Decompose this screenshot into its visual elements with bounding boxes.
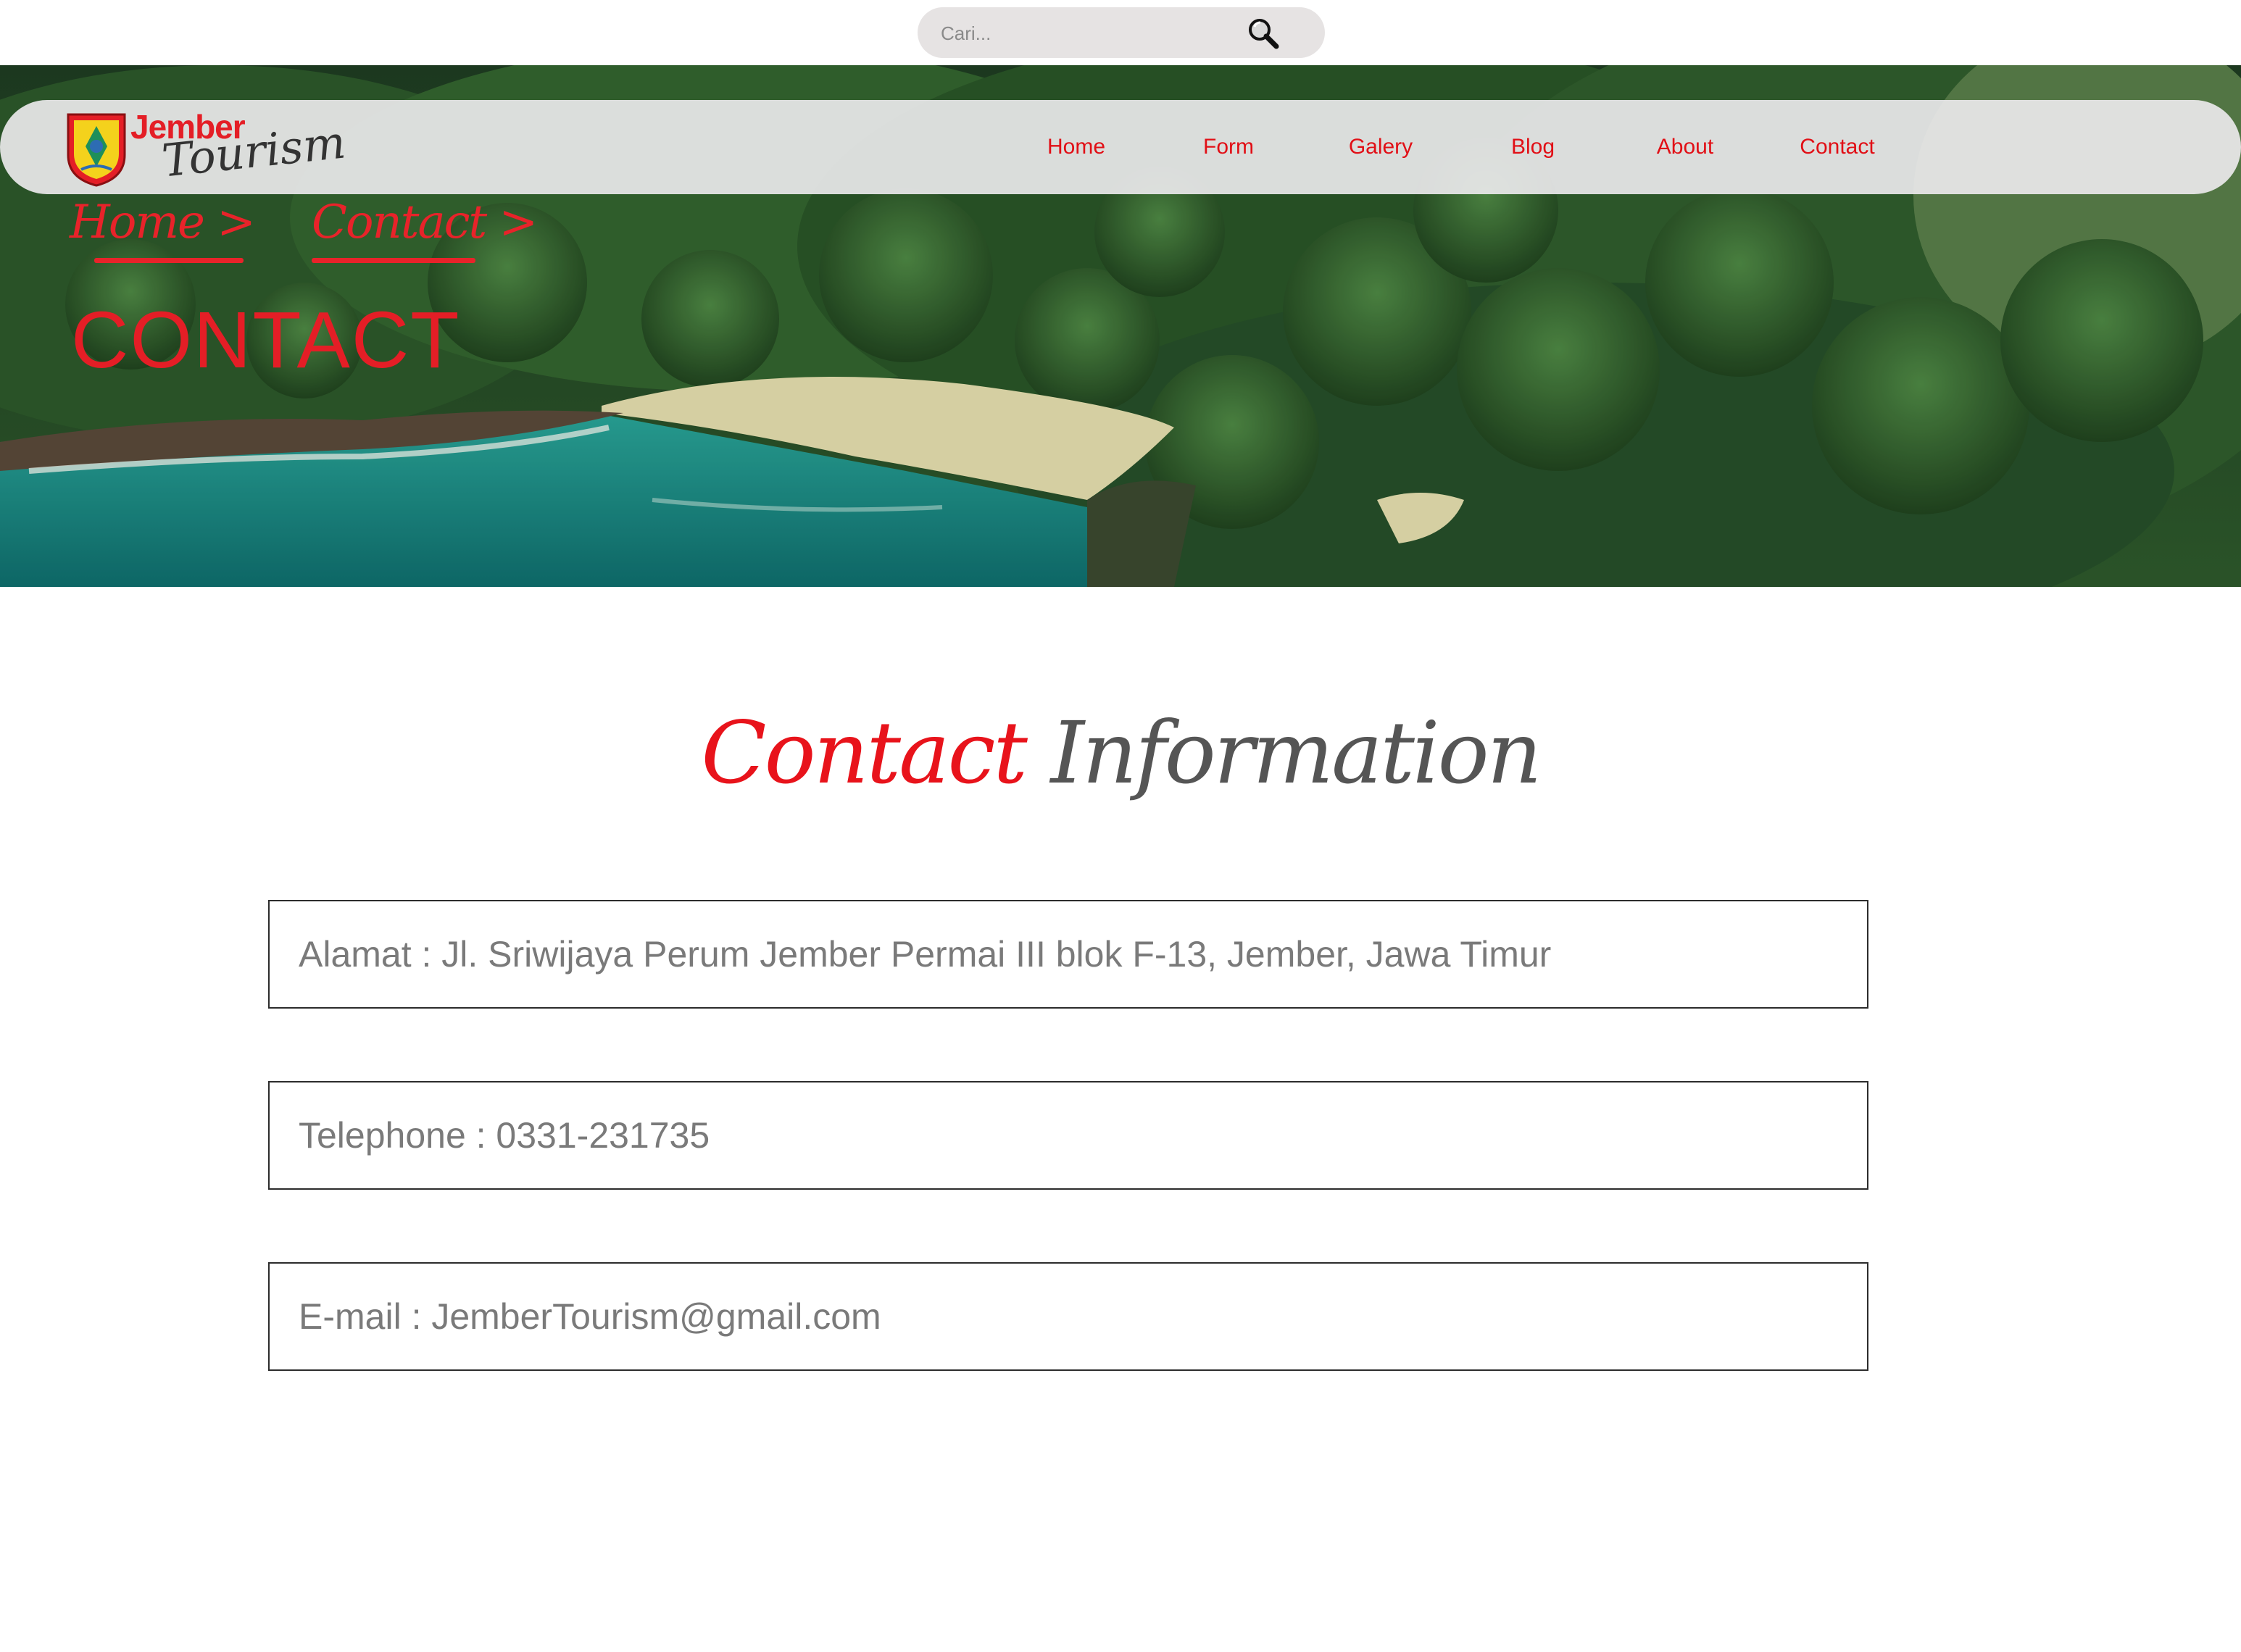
site-logo[interactable]: Jember Tourism bbox=[65, 106, 348, 190]
telephone-text: Telephone : 0331-231735 bbox=[299, 1115, 710, 1156]
nav-item-about[interactable]: About bbox=[1609, 135, 1761, 159]
search-box bbox=[918, 7, 1325, 58]
telephone-box: Telephone : 0331-231735 bbox=[268, 1081, 1868, 1190]
main-navbar: Jember Tourism Home Form Galery Blog Abo… bbox=[0, 100, 2241, 194]
section-heading-accent: Contact bbox=[701, 703, 1028, 803]
nav-item-galery[interactable]: Galery bbox=[1305, 135, 1457, 159]
breadcrumb-contact-underline bbox=[312, 258, 475, 263]
breadcrumb-home[interactable]: Home > bbox=[70, 196, 256, 249]
section-heading-rest: Information bbox=[1050, 703, 1542, 803]
search-icon bbox=[1249, 19, 1279, 49]
search-button[interactable] bbox=[1242, 12, 1285, 55]
section-heading: Contact Information bbox=[0, 706, 2241, 801]
page-title: CONTACT bbox=[71, 296, 461, 385]
email-text: E-mail : JemberTourism@gmail.com bbox=[299, 1296, 881, 1337]
top-search-bar bbox=[0, 0, 2241, 65]
jember-shield-icon bbox=[67, 113, 126, 187]
breadcrumb-home-underline bbox=[94, 258, 244, 263]
address-box: Alamat : Jl. Sriwijaya Perum Jember Perm… bbox=[268, 900, 1868, 1009]
nav-item-home[interactable]: Home bbox=[1000, 135, 1152, 159]
email-box: E-mail : JemberTourism@gmail.com bbox=[268, 1262, 1868, 1371]
address-text: Alamat : Jl. Sriwijaya Perum Jember Perm… bbox=[299, 934, 1552, 975]
search-input[interactable] bbox=[939, 14, 1254, 52]
nav-menu: Home Form Galery Blog About Contact bbox=[1000, 100, 1913, 194]
breadcrumb-contact[interactable]: Contact > bbox=[312, 196, 538, 249]
nav-item-form[interactable]: Form bbox=[1152, 135, 1305, 159]
hero-banner: Jember Tourism Home Form Galery Blog Abo… bbox=[0, 65, 2241, 587]
nav-item-blog[interactable]: Blog bbox=[1457, 135, 1609, 159]
nav-item-contact[interactable]: Contact bbox=[1761, 135, 1913, 159]
